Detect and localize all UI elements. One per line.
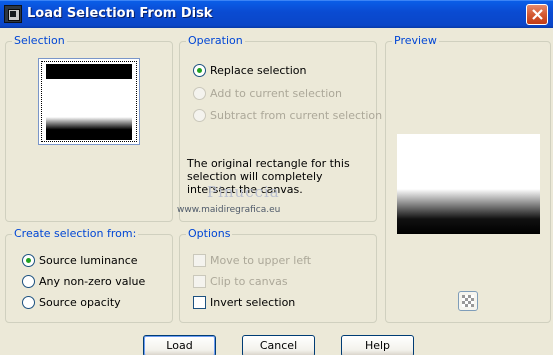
close-button[interactable] — [526, 4, 548, 25]
checkbox-icon — [193, 275, 206, 288]
checkerboard-icon — [462, 295, 474, 307]
operation-group-label: Operation — [186, 34, 245, 47]
radio-icon — [193, 87, 206, 100]
close-icon — [532, 9, 543, 20]
checkerboard-toggle-button[interactable] — [458, 291, 478, 311]
checkbox-label: Invert selection — [210, 296, 296, 309]
radio-label: Source opacity — [39, 296, 121, 309]
checkbox-label: Move to upper left — [210, 254, 312, 267]
radio-icon — [193, 109, 206, 122]
window-title: Load Selection From Disk — [27, 6, 213, 21]
create-selection-from-label: Create selection from: — [12, 227, 139, 240]
radio-checked-icon — [22, 254, 35, 267]
radio-checked-icon — [193, 64, 206, 77]
watermark-name: Pinuccia — [207, 183, 280, 201]
title-bar: Load Selection From Disk — [0, 0, 553, 28]
preview-image — [397, 134, 540, 234]
selection-thumbnail[interactable] — [38, 58, 140, 145]
radio-label: Source luminance — [39, 254, 138, 267]
load-button[interactable]: Load — [143, 335, 216, 355]
radio-label: Replace selection — [210, 64, 307, 77]
selection-app-icon — [4, 5, 22, 23]
thumbnail-bottom-gradient — [46, 117, 132, 140]
radio-label: Any non-zero value — [39, 275, 146, 288]
radio-icon — [22, 275, 35, 288]
selection-thumbnail-image — [41, 61, 137, 142]
radio-label: Subtract from current selection — [210, 109, 383, 122]
cancel-button[interactable]: Cancel — [242, 335, 315, 355]
thumbnail-top-band — [46, 64, 132, 79]
checkbox-icon — [193, 254, 206, 267]
radio-label: Add to current selection — [210, 87, 342, 100]
selection-group-label: Selection — [12, 34, 67, 47]
preview-group-label: Preview — [392, 34, 439, 47]
radio-icon — [22, 296, 35, 309]
help-button[interactable]: Help — [341, 335, 414, 355]
checkbox-icon — [193, 296, 206, 309]
watermark-url: www.maidiregrafica.eu — [177, 205, 281, 215]
checkbox-label: Clip to canvas — [210, 275, 288, 288]
options-group-label: Options — [186, 227, 233, 240]
